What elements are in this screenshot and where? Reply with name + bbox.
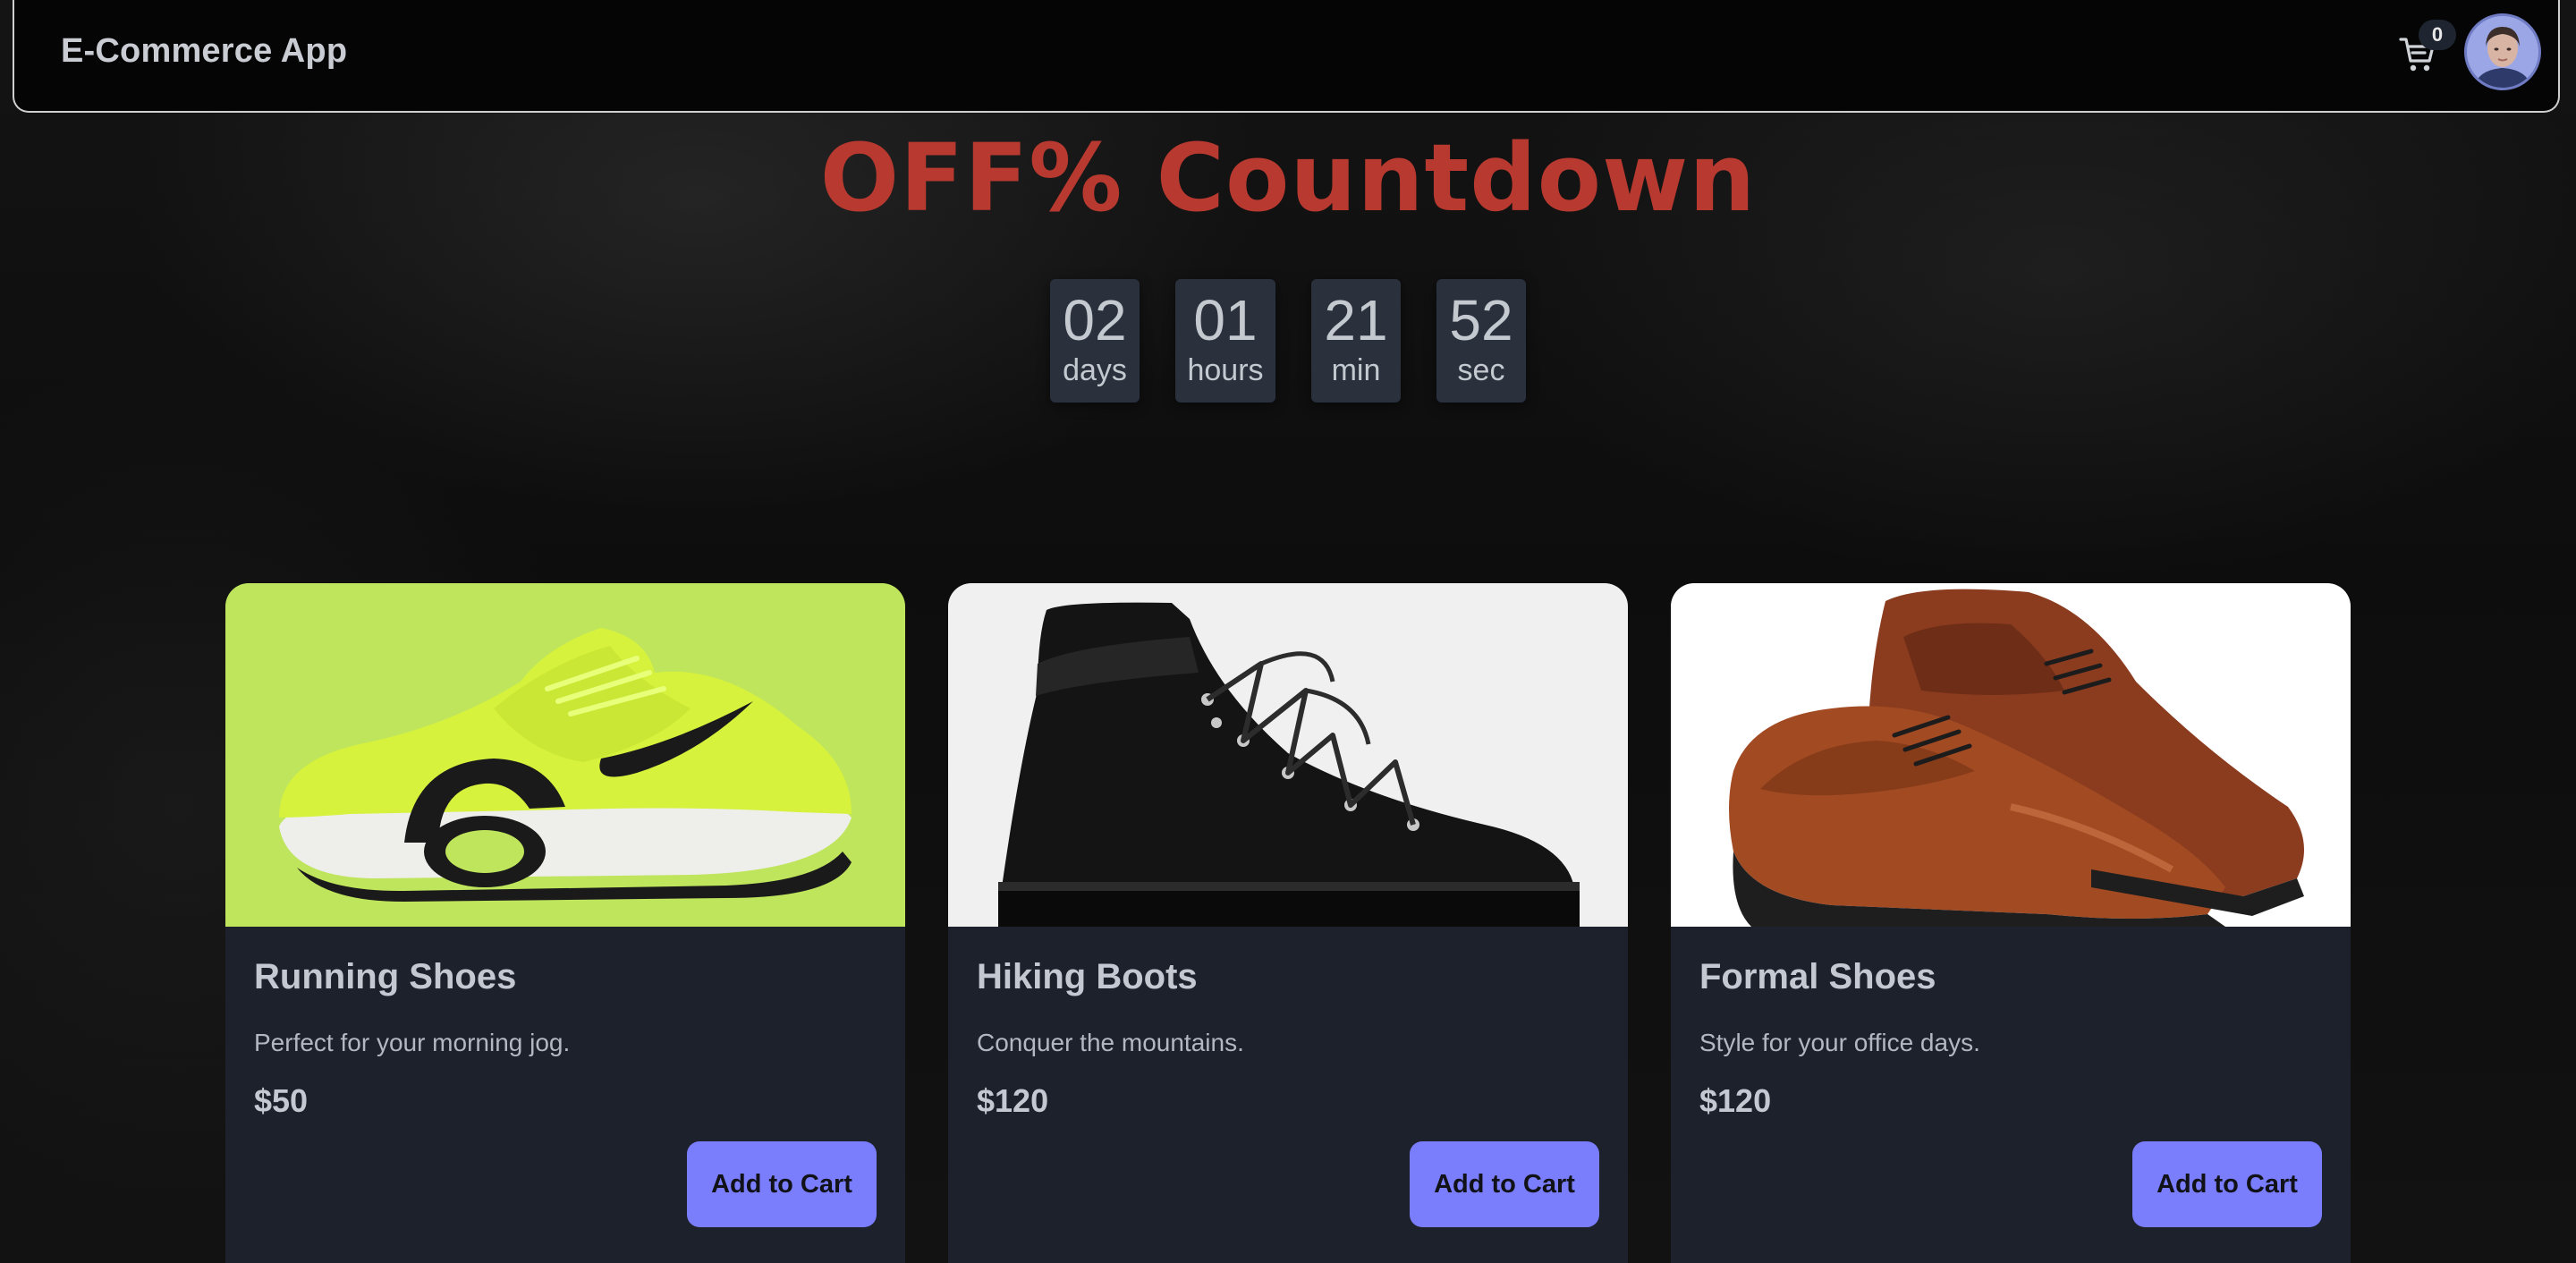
add-to-cart-button[interactable]: Add to Cart bbox=[1410, 1141, 1599, 1227]
product-price: $120 bbox=[1699, 1082, 1772, 1119]
add-to-cart-button[interactable]: Add to Cart bbox=[2132, 1141, 2322, 1227]
product-title: Running Shoes bbox=[254, 957, 517, 996]
formal-shoes-image bbox=[1671, 583, 2351, 927]
product-price: $120 bbox=[977, 1082, 1049, 1119]
user-avatar[interactable] bbox=[2467, 16, 2538, 88]
countdown-sec-value: 52 bbox=[1449, 288, 1513, 352]
countdown-hours-value: 01 bbox=[1193, 288, 1258, 352]
product-description: Conquer the mountains. bbox=[977, 1029, 1244, 1056]
product-card-running-shoes: Running Shoes Perfect for your morning j… bbox=[225, 583, 905, 1263]
countdown-days: 02 days bbox=[1050, 279, 1140, 403]
countdown-hours-label: hours bbox=[1187, 353, 1264, 387]
product-price: $50 bbox=[254, 1082, 309, 1119]
add-to-cart-button[interactable]: Add to Cart bbox=[687, 1141, 877, 1227]
countdown-min: 21 min bbox=[1311, 279, 1401, 403]
countdown-title: OFF% Countdown bbox=[819, 123, 1757, 233]
countdown-days-label: days bbox=[1063, 353, 1127, 387]
product-title: Hiking Boots bbox=[977, 957, 1198, 996]
countdown-sec: 52 sec bbox=[1436, 279, 1526, 403]
running-shoe-image bbox=[225, 583, 905, 927]
countdown-sec-label: sec bbox=[1457, 353, 1505, 387]
countdown-days-value: 02 bbox=[1063, 288, 1127, 352]
countdown-min-value: 21 bbox=[1324, 288, 1388, 352]
product-card-hiking-boots: Hiking Boots Conquer the mountains. $120… bbox=[948, 583, 1628, 1263]
product-card-formal-shoes: Formal Shoes Style for your office days.… bbox=[1671, 583, 2351, 1263]
product-description: Perfect for your morning jog. bbox=[254, 1029, 571, 1056]
cart-count-badge: 0 bbox=[2419, 20, 2456, 50]
product-description: Style for your office days. bbox=[1699, 1029, 1980, 1056]
product-title: Formal Shoes bbox=[1699, 957, 1936, 996]
navbar: E-Commerce App bbox=[13, 0, 2560, 113]
hiking-boot-image bbox=[948, 583, 1628, 927]
page: E-Commerce App 0 OFF% Countdown 02 days bbox=[0, 0, 2576, 1263]
countdown-hours: 01 hours bbox=[1175, 279, 1275, 403]
brand-title[interactable]: E-Commerce App bbox=[61, 32, 347, 71]
countdown-min-label: min bbox=[1331, 353, 1381, 387]
